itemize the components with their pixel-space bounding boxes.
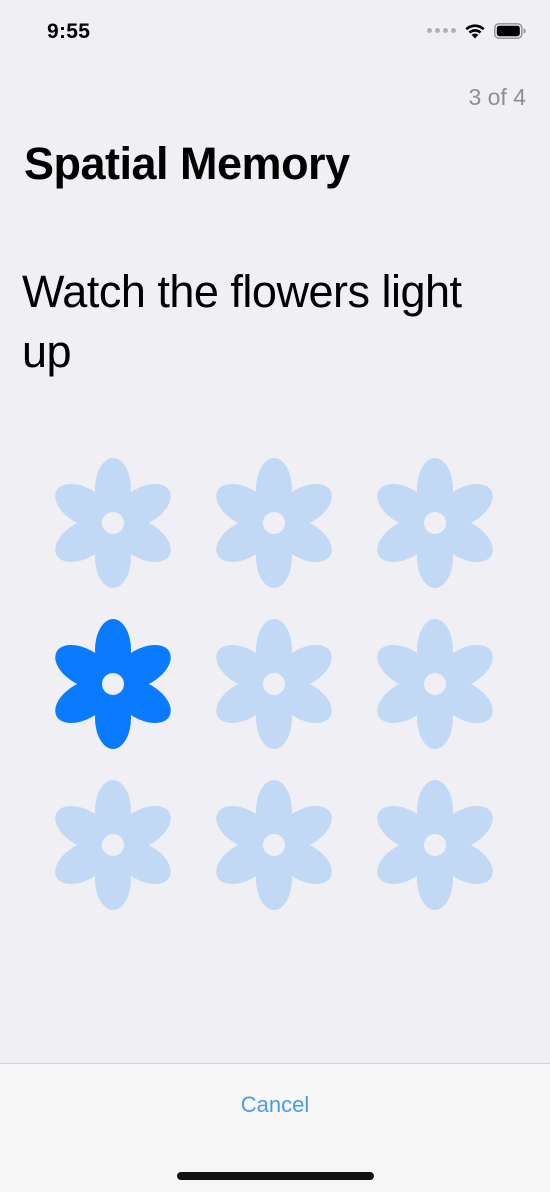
flower-center	[424, 673, 446, 695]
flower-button-r2c1[interactable]	[50, 619, 176, 749]
flower-lit-icon	[55, 619, 171, 749]
cancel-button[interactable]: Cancel	[175, 1082, 375, 1128]
flower-center	[102, 834, 124, 856]
flower-button-r1c3[interactable]	[372, 458, 498, 588]
instruction-text: Watch the flowers light up	[22, 266, 462, 377]
flower-icon	[55, 458, 171, 588]
flower-center	[424, 834, 446, 856]
flower-center	[102, 673, 124, 695]
battery-icon	[494, 22, 526, 39]
flower-center	[424, 512, 446, 534]
flower-icon	[216, 619, 332, 749]
flower-button-r1c1[interactable]	[50, 458, 176, 588]
flower-center	[263, 673, 285, 695]
home-indicator	[177, 1172, 374, 1180]
status-icons	[427, 22, 526, 39]
flower-icon	[55, 780, 171, 910]
flower-button-r2c3[interactable]	[372, 619, 498, 749]
flower-icon	[216, 458, 332, 588]
flower-icon	[216, 780, 332, 910]
flower-icon	[377, 458, 493, 588]
wifi-icon	[465, 24, 485, 39]
flower-button-r3c3[interactable]	[372, 780, 498, 910]
status-bar: 9:55	[0, 0, 550, 66]
flower-button-r1c2[interactable]	[211, 458, 337, 588]
signal-dots-icon	[427, 28, 456, 33]
flower-grid	[50, 458, 500, 918]
flower-center	[102, 512, 124, 534]
page-title: Spatial Memory	[24, 138, 350, 189]
step-counter: 3 of 4	[468, 84, 526, 110]
flower-button-r3c1[interactable]	[50, 780, 176, 910]
status-time: 9:55	[47, 20, 91, 43]
bottom-toolbar: Cancel	[0, 1063, 550, 1192]
flower-button-r3c2[interactable]	[211, 780, 337, 910]
flower-center	[263, 834, 285, 856]
flower-icon	[377, 780, 493, 910]
flower-center	[263, 512, 285, 534]
flower-icon	[377, 619, 493, 749]
flower-button-r2c2[interactable]	[211, 619, 337, 749]
